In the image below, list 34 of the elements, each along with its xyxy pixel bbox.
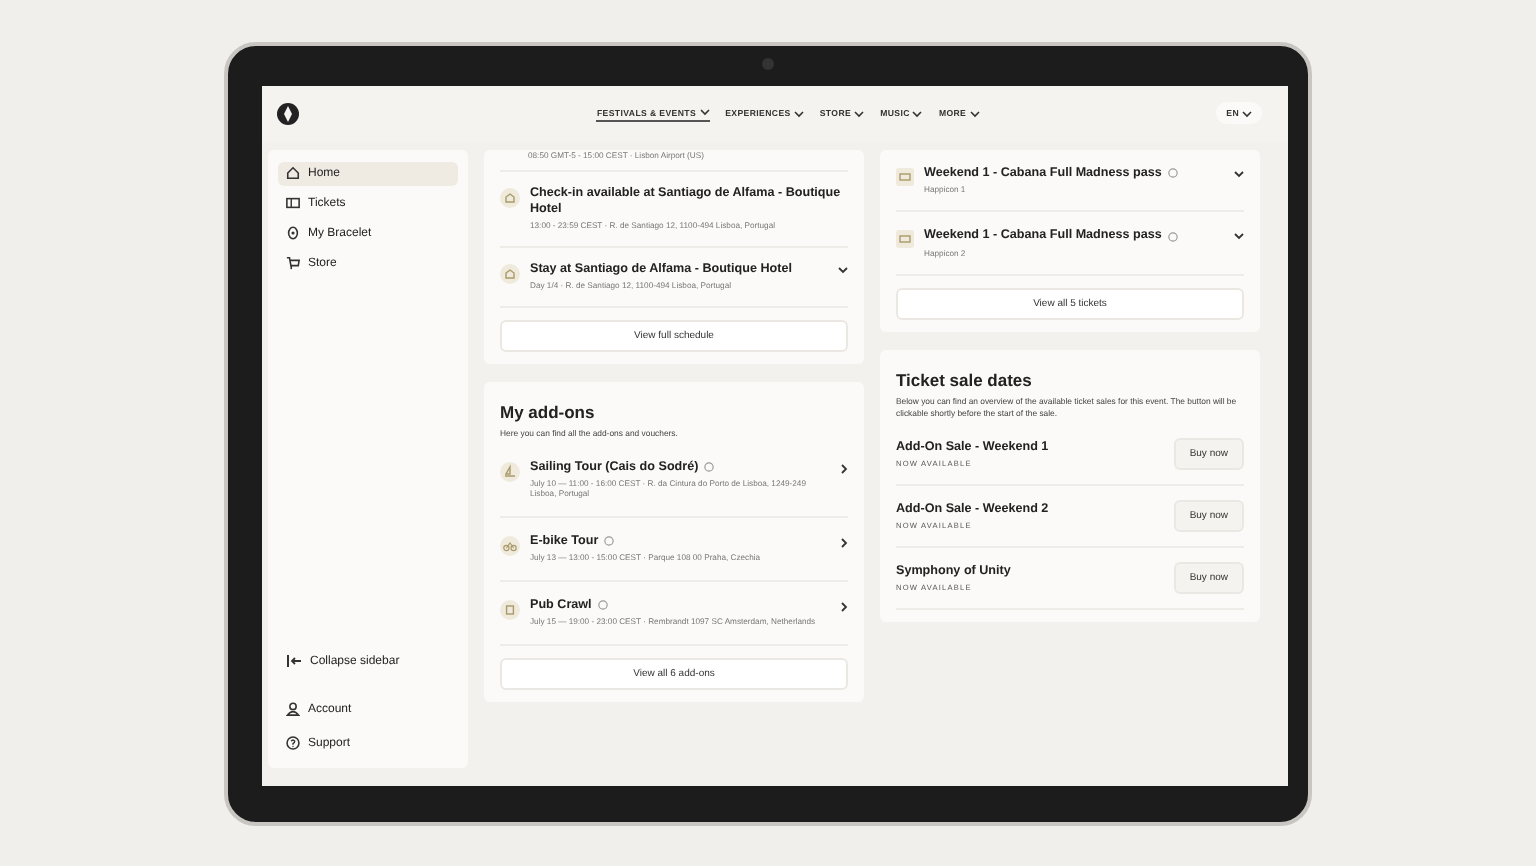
info-icon bbox=[704, 461, 715, 472]
info-icon bbox=[604, 536, 615, 547]
caret-icon bbox=[699, 108, 710, 116]
chevron-down-icon[interactable] bbox=[1234, 232, 1244, 241]
cart-icon bbox=[286, 256, 300, 270]
building-icon bbox=[500, 599, 520, 620]
section-heading: Ticket sale dates bbox=[896, 370, 1034, 391]
caret-icon bbox=[854, 109, 865, 117]
hotel-icon bbox=[500, 263, 520, 284]
info-icon bbox=[1167, 231, 1178, 242]
hotel-icon bbox=[500, 188, 520, 209]
ticket-icon bbox=[896, 230, 914, 249]
person-icon bbox=[286, 702, 300, 716]
info-icon bbox=[1167, 167, 1178, 178]
home-icon bbox=[286, 166, 300, 180]
caret-icon bbox=[1242, 109, 1252, 117]
chevron-right-icon[interactable] bbox=[840, 601, 848, 612]
bracelet-icon bbox=[286, 226, 300, 240]
collapse-icon bbox=[286, 654, 302, 668]
caret-icon bbox=[969, 109, 980, 117]
ticket-icon bbox=[286, 196, 300, 210]
ticket-icon bbox=[896, 167, 914, 185]
chevron-down-icon[interactable] bbox=[838, 265, 848, 274]
chevron-right-icon[interactable] bbox=[840, 537, 848, 548]
caret-icon bbox=[912, 109, 923, 117]
bicycle-icon bbox=[500, 535, 520, 556]
logo-icon bbox=[276, 101, 300, 125]
chevron-right-icon[interactable] bbox=[840, 463, 848, 473]
help-icon bbox=[286, 736, 300, 750]
caret-icon bbox=[793, 109, 804, 117]
info-icon bbox=[597, 600, 608, 611]
sailboat-icon bbox=[500, 461, 520, 481]
section-heading: My add-ons bbox=[500, 401, 597, 422]
chevron-down-icon[interactable] bbox=[1234, 169, 1244, 177]
